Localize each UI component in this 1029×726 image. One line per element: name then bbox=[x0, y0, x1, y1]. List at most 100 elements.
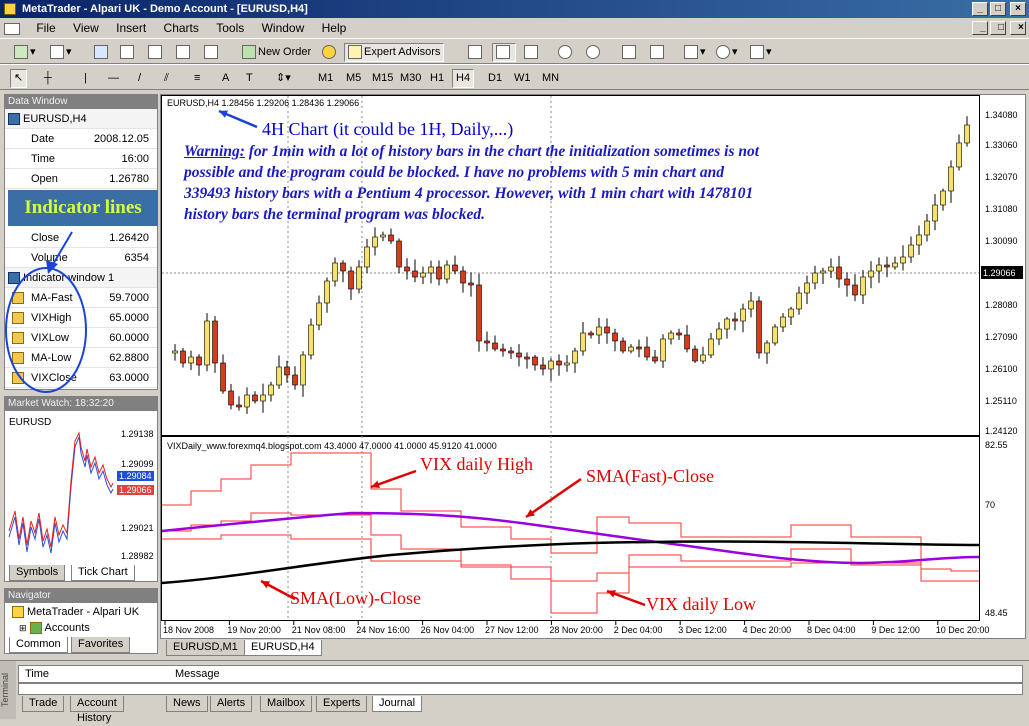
navigator-root[interactable]: MetaTrader - Alpari UK bbox=[5, 603, 157, 621]
bar-chart-icon[interactable] bbox=[464, 43, 488, 62]
cursor-icon[interactable]: ↖ bbox=[10, 69, 28, 88]
data-window-icon[interactable] bbox=[144, 43, 168, 62]
horizontal-line-icon[interactable]: — bbox=[104, 69, 123, 88]
channel-icon[interactable]: ⫽ bbox=[160, 69, 173, 88]
indicator-arrow bbox=[51, 231, 73, 267]
candle-body bbox=[604, 326, 610, 334]
candle-body bbox=[940, 190, 946, 206]
market-watch-panel: Market Watch: 18:32:20 EURUSD 1.29138 1.… bbox=[4, 396, 158, 582]
tab-symbols[interactable]: Symbols bbox=[9, 565, 66, 581]
navigator-accounts[interactable]: ⊞ Accounts bbox=[5, 621, 157, 635]
warning-text: for 1min with a lot of history bars in t… bbox=[244, 143, 760, 160]
warning-icon[interactable] bbox=[318, 43, 342, 62]
candle-body bbox=[356, 266, 362, 290]
candle-body bbox=[772, 326, 778, 344]
data-row: Date 2008.12.05 bbox=[5, 129, 157, 149]
tf-w1[interactable]: W1 bbox=[510, 69, 535, 88]
candlestick-icon[interactable] bbox=[492, 43, 516, 62]
minimize-button[interactable]: _ bbox=[972, 2, 988, 16]
maximize-button[interactable]: □ bbox=[990, 2, 1006, 16]
ma-fast-line bbox=[161, 511, 980, 565]
tab-news[interactable]: News bbox=[166, 696, 208, 712]
tf-d1[interactable]: D1 bbox=[484, 69, 506, 88]
col-message[interactable]: Message bbox=[175, 668, 220, 680]
expert-advisors-button[interactable]: Expert Advisors bbox=[344, 43, 445, 62]
tf-m1[interactable]: M1 bbox=[314, 69, 337, 88]
new-order-button[interactable]: New Order bbox=[238, 43, 315, 62]
vertical-line-icon[interactable]: | bbox=[80, 69, 91, 88]
child-restore-button[interactable]: □ bbox=[990, 21, 1006, 35]
vix-high-line bbox=[162, 452, 979, 572]
zoom-out-icon[interactable] bbox=[582, 43, 606, 62]
annotation-overlay-left bbox=[5, 231, 87, 393]
tick-line-red bbox=[8, 431, 114, 548]
menu-insert[interactable]: Insert bbox=[109, 18, 153, 38]
tab-alerts[interactable]: Alerts bbox=[210, 696, 253, 712]
candle-body bbox=[892, 262, 898, 268]
vix-low-label: VIX daily Low bbox=[646, 594, 756, 614]
price-label: 1.29021 bbox=[121, 523, 154, 533]
menu-charts[interactable]: Charts bbox=[157, 18, 206, 38]
tf-m15[interactable]: M15 bbox=[368, 69, 397, 88]
menu-view[interactable]: View bbox=[66, 18, 106, 38]
navigator-icon[interactable] bbox=[116, 43, 140, 62]
menu-tools[interactable]: Tools bbox=[209, 18, 251, 38]
menu-window[interactable]: Window bbox=[255, 18, 312, 38]
candle-body bbox=[820, 270, 826, 274]
fibonacci-icon[interactable]: ≡ bbox=[190, 69, 204, 88]
tester-icon[interactable] bbox=[200, 43, 224, 62]
new-order-icon bbox=[242, 45, 256, 60]
tab-tick-chart[interactable]: Tick Chart bbox=[71, 565, 135, 581]
market-watch-icon[interactable] bbox=[90, 43, 114, 62]
tf-m30[interactable]: M30 bbox=[396, 69, 425, 88]
child-close-button[interactable]: × bbox=[1010, 21, 1026, 35]
tab-trade[interactable]: Trade bbox=[22, 696, 65, 712]
close-button[interactable]: × bbox=[1010, 2, 1026, 16]
terminal-header: Time Message bbox=[18, 665, 1023, 683]
text-icon[interactable]: A bbox=[218, 69, 233, 88]
indicator-header: VIXDaily_www.forexmq4.blogspot.com 43.40… bbox=[167, 441, 497, 451]
tab-experts[interactable]: Experts bbox=[316, 696, 368, 712]
candle-body bbox=[564, 362, 570, 366]
periods-icon[interactable]: ▾ bbox=[712, 43, 742, 62]
candle-body bbox=[964, 124, 970, 144]
candle-body bbox=[804, 282, 810, 294]
tab-mailbox[interactable]: Mailbox bbox=[260, 696, 312, 712]
indicators-icon[interactable]: ▾ bbox=[680, 43, 710, 62]
candle-body bbox=[652, 356, 658, 362]
new-chart-icon[interactable]: ▾ bbox=[10, 43, 40, 62]
col-time[interactable]: Time bbox=[25, 668, 49, 680]
candle-body bbox=[172, 350, 178, 354]
tf-mn[interactable]: MN bbox=[538, 69, 563, 88]
chart-tab-m1[interactable]: EURUSD,M1 bbox=[166, 640, 245, 656]
candle-body bbox=[900, 256, 906, 264]
tab-favorites[interactable]: Favorites bbox=[71, 637, 131, 653]
templates-icon[interactable]: ▾ bbox=[746, 43, 776, 62]
menu-file[interactable]: File bbox=[29, 18, 62, 38]
trendline-icon[interactable]: / bbox=[134, 69, 145, 88]
tf-m5[interactable]: M5 bbox=[342, 69, 365, 88]
profiles-icon[interactable]: ▾ bbox=[46, 43, 76, 62]
candle-body bbox=[684, 334, 690, 350]
doc-icon[interactable] bbox=[0, 18, 26, 38]
tab-account-history[interactable]: Account History bbox=[70, 696, 124, 724]
tf-h1[interactable]: H1 bbox=[426, 69, 448, 88]
tf-h4[interactable]: H4 bbox=[452, 69, 475, 88]
menu-help[interactable]: Help bbox=[315, 18, 354, 38]
text-label-icon[interactable]: T bbox=[242, 69, 257, 88]
terminal-icon[interactable] bbox=[172, 43, 196, 62]
candle-body bbox=[388, 234, 394, 242]
child-minimize-button[interactable]: _ bbox=[972, 21, 988, 35]
chart-tab-h4[interactable]: EURUSD,H4 bbox=[244, 640, 322, 656]
chart-shift-icon[interactable] bbox=[646, 43, 670, 62]
tab-common[interactable]: Common bbox=[9, 637, 68, 653]
warning-line: 339493 history bars with a Pentium 4 pro… bbox=[184, 185, 754, 202]
crosshair-icon[interactable]: ┼ bbox=[40, 69, 56, 88]
line-chart-icon[interactable] bbox=[520, 43, 544, 62]
tab-journal[interactable]: Journal bbox=[372, 696, 423, 712]
zoom-in-icon[interactable] bbox=[554, 43, 578, 62]
sma-fast-arrow bbox=[525, 477, 582, 519]
arrows-icon[interactable]: ⇕▾ bbox=[272, 69, 295, 88]
autoscroll-icon[interactable] bbox=[618, 43, 642, 62]
expand-icon[interactable]: ⊞ bbox=[19, 623, 27, 633]
